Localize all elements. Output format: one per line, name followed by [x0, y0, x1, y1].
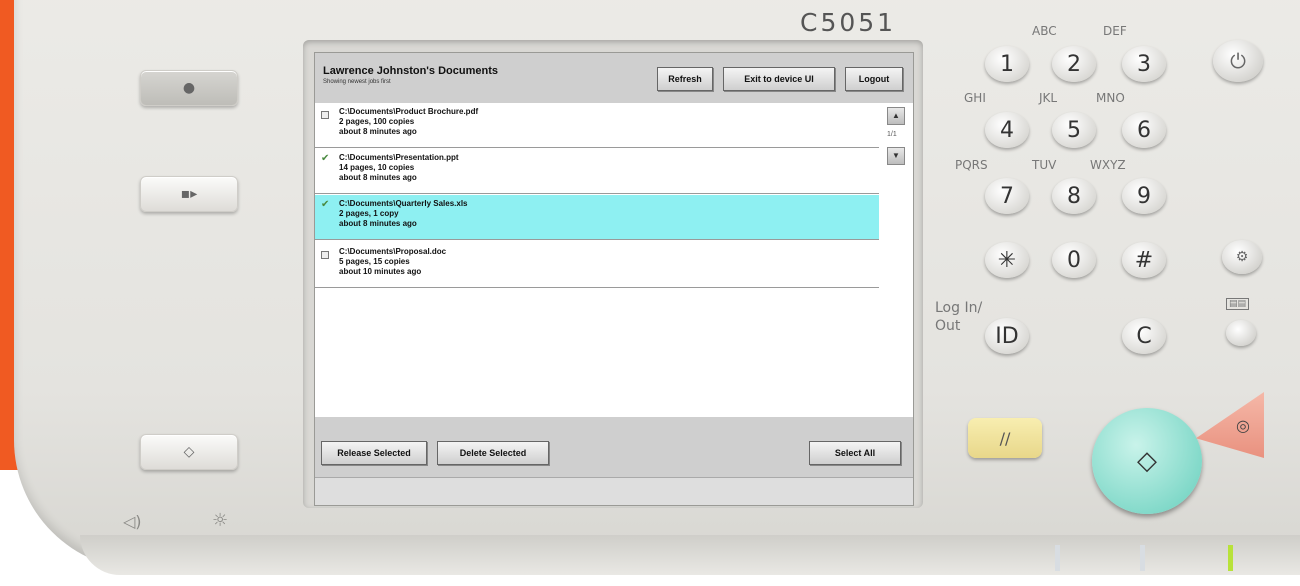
job-list: C:\Documents\Product Brochure.pdf 2 page…: [315, 103, 879, 465]
status-bar: [315, 477, 913, 505]
job-details: 2 pages, 1 copy: [339, 209, 399, 218]
job-details: 14 pages, 10 copies: [339, 163, 415, 172]
key-6[interactable]: 6: [1122, 112, 1166, 148]
logout-button[interactable]: Logout: [845, 67, 903, 91]
page-indicator: 1/1: [887, 131, 897, 138]
login-label: Log In/: [935, 300, 983, 316]
delete-selected-button[interactable]: Delete Selected: [437, 441, 549, 465]
job-path: C:\Documents\Presentation.ppt: [339, 153, 459, 162]
key-7-letters: PQRS: [955, 158, 988, 172]
screen-header: Lawrence Johnston's Documents Showing ne…: [315, 53, 913, 103]
quick-menu-button[interactable]: ▪▸: [140, 176, 238, 212]
key-8[interactable]: 8: [1052, 178, 1096, 214]
job-path: C:\Documents\Proposal.doc: [339, 247, 447, 256]
page-title: Lawrence Johnston's Documents: [323, 65, 498, 77]
list-scrollbar: ▲ 1/1 ▼: [881, 105, 911, 465]
settings-button[interactable]: ⚙: [1222, 240, 1262, 274]
checkmark-icon[interactable]: ✔: [321, 154, 329, 164]
job-age: about 8 minutes ago: [339, 173, 417, 182]
job-checkbox[interactable]: [321, 111, 329, 119]
job-details: 5 pages, 15 copies: [339, 257, 410, 266]
job-row[interactable]: C:\Documents\Proposal.doc 5 pages, 15 co…: [315, 243, 879, 288]
status-monitor-button[interactable]: ◇: [140, 434, 238, 470]
quick-menu-icon: ▪▸: [180, 186, 198, 202]
logout-label: Out: [935, 318, 961, 334]
checkmark-icon[interactable]: ✔: [321, 200, 329, 210]
status-monitor-icon: ◇: [183, 444, 195, 460]
main-menu-icon: ●: [182, 80, 196, 96]
id-button[interactable]: ID: [985, 318, 1029, 354]
key-6-letters: MNO: [1096, 91, 1125, 105]
job-details: 2 pages, 100 copies: [339, 117, 415, 126]
key-9[interactable]: 9: [1122, 178, 1166, 214]
clear-button[interactable]: C: [1122, 318, 1166, 354]
job-checkbox[interactable]: [321, 251, 329, 259]
key-2-letters: ABC: [1032, 24, 1057, 38]
key-5-letters: JKL: [1039, 91, 1058, 105]
key-7[interactable]: 7: [985, 178, 1029, 214]
key-1[interactable]: 1: [985, 46, 1029, 82]
key-2[interactable]: 2: [1052, 46, 1096, 82]
job-row-selected[interactable]: ✔ C:\Documents\Quarterly Sales.xls 2 pag…: [315, 195, 879, 240]
key-3[interactable]: 3: [1122, 46, 1166, 82]
key-asterisk[interactable]: ✳: [985, 242, 1029, 278]
key-hash[interactable]: #: [1122, 242, 1166, 278]
key-4-letters: GHI: [964, 91, 986, 105]
page-subtitle: Showing newest jobs first: [323, 79, 391, 85]
job-row[interactable]: C:\Documents\Product Brochure.pdf 2 page…: [315, 103, 879, 148]
release-selected-button[interactable]: Release Selected: [321, 441, 427, 465]
touch-screen: Lawrence Johnston's Documents Showing ne…: [314, 52, 914, 506]
key-8-letters: TUV: [1032, 158, 1057, 172]
scroll-up-button[interactable]: ▲: [887, 107, 905, 125]
scroll-down-button[interactable]: ▼: [887, 147, 905, 165]
processing-led: [1055, 545, 1060, 571]
counter-label: ▤▤: [1226, 298, 1250, 310]
reset-button[interactable]: //: [968, 418, 1042, 458]
refresh-button[interactable]: Refresh: [657, 67, 713, 91]
key-4[interactable]: 4: [985, 112, 1029, 148]
error-led: [1140, 545, 1145, 571]
key-0[interactable]: 0: [1052, 242, 1096, 278]
start-button[interactable]: ◇: [1092, 408, 1202, 514]
panel-base: [80, 535, 1300, 575]
job-age: about 8 minutes ago: [339, 127, 417, 136]
power-button[interactable]: ⏻: [1213, 40, 1263, 82]
job-row[interactable]: ✔ C:\Documents\Presentation.ppt 14 pages…: [315, 149, 879, 194]
key-9-letters: WXYZ: [1090, 158, 1126, 172]
key-5[interactable]: 5: [1052, 112, 1096, 148]
main-menu-button[interactable]: ●: [140, 70, 238, 106]
model-label: C5051: [800, 8, 897, 37]
screen-footer: Release Selected Delete Selected Select …: [315, 417, 913, 505]
counter-button[interactable]: [1226, 320, 1256, 346]
job-age: about 10 minutes ago: [339, 267, 422, 276]
select-all-button[interactable]: Select All: [809, 441, 901, 465]
job-path: C:\Documents\Quarterly Sales.xls: [339, 199, 468, 208]
speaker-icon[interactable]: ◁): [123, 512, 142, 531]
brightness-icon[interactable]: ☼: [212, 510, 228, 531]
job-age: about 8 minutes ago: [339, 219, 417, 228]
key-3-letters: DEF: [1103, 24, 1127, 38]
job-path: C:\Documents\Product Brochure.pdf: [339, 107, 479, 116]
main-power-led: [1228, 545, 1233, 571]
exit-to-device-ui-button[interactable]: Exit to device UI: [723, 67, 835, 91]
